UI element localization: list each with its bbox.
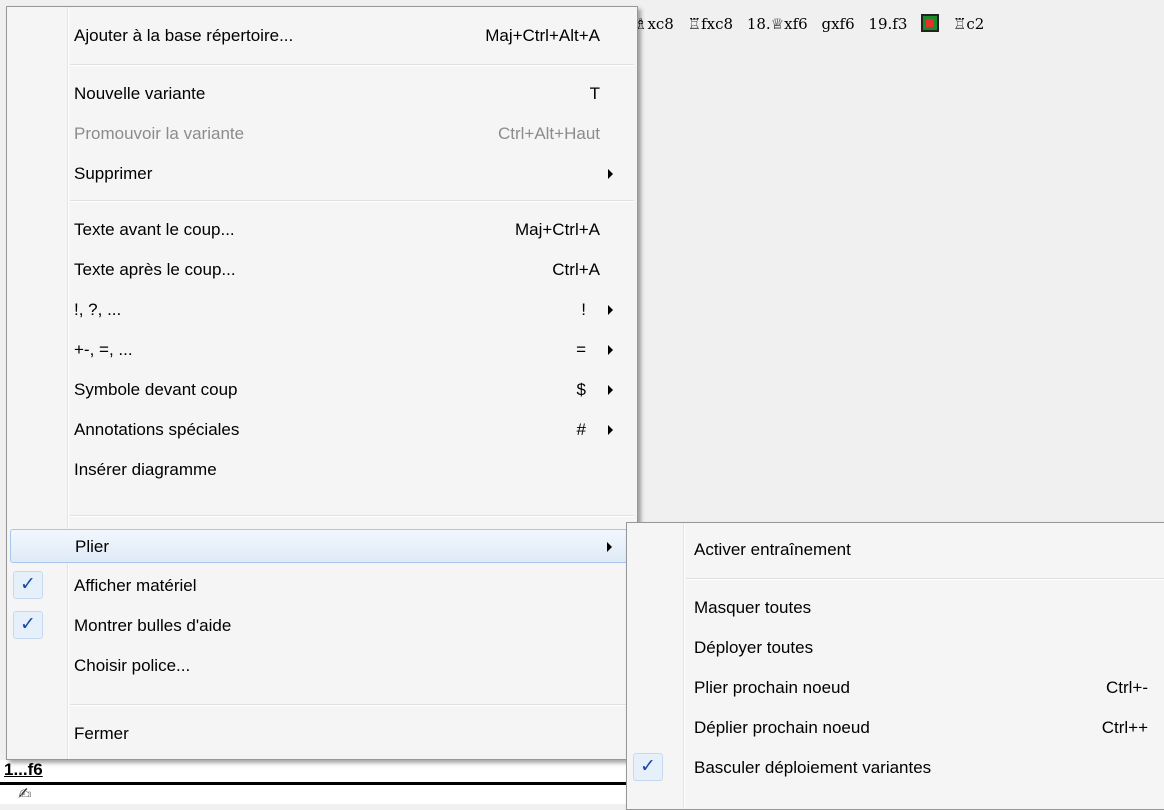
- game-notation-line: ♗xc8 ♖fxc8 18.♕xf6 gxf6 19.f3 ♖c2: [634, 14, 993, 33]
- menu-item-label: Basculer déploiement variantes: [694, 758, 932, 777]
- menu-item-label: Texte avant le coup...: [74, 220, 235, 239]
- check-icon: ✓: [13, 611, 43, 639]
- menu-item-choisir-police[interactable]: Choisir police...: [10, 649, 634, 683]
- notation-move[interactable]: 18.♕xf6: [747, 15, 808, 33]
- menu-item-label: Déplier prochain noeud: [694, 718, 870, 737]
- menu-item-label: Annotations spéciales: [74, 420, 240, 439]
- menu-item-label: Insérer diagramme: [74, 460, 217, 479]
- menu-item-symbole-devant-coup[interactable]: Symbole devant coup $: [10, 373, 634, 407]
- context-menu: Ajouter à la base répertoire... Maj+Ctrl+…: [6, 6, 638, 760]
- menu-item-basculer-deploiement-variantes[interactable]: ✓ Basculer déploiement variantes: [630, 751, 1164, 785]
- submenu-arrow-icon: [608, 305, 613, 315]
- divider: [0, 782, 640, 785]
- current-move-label[interactable]: 1...f6: [4, 760, 43, 780]
- menu-item-label: Montrer bulles d'aide: [74, 616, 232, 635]
- menu-item-label: Promouvoir la variante: [74, 124, 245, 143]
- menu-item-shortcut: !: [581, 300, 586, 319]
- menu-item-shortcut: Maj+Ctrl+A: [514, 220, 600, 239]
- hand-cursor-icon: ✍: [18, 786, 32, 803]
- menu-separator: [70, 704, 634, 705]
- notation-move[interactable]: gxf6: [821, 15, 854, 33]
- menu-item-shortcut: =: [576, 340, 586, 359]
- menu-item-label: Plier prochain noeud: [694, 678, 850, 697]
- menu-item-ajouter-a-la-base-repertoire[interactable]: Ajouter à la base répertoire... Maj+Ctrl+…: [10, 19, 634, 53]
- notation-move[interactable]: ♖c2: [953, 15, 984, 33]
- menu-item-shortcut: Ctrl+A: [552, 260, 600, 279]
- menu-item-shortcut: $: [576, 380, 586, 399]
- menu-item-shortcut: Ctrl+-: [1105, 678, 1148, 697]
- menu-item-annotations-speciales[interactable]: Annotations spéciales #: [10, 413, 634, 447]
- menu-item-shortcut: Ctrl++: [1101, 718, 1148, 737]
- menu-item-supprimer[interactable]: Supprimer: [10, 157, 634, 191]
- menu-item-label: !, ?, ...: [74, 300, 122, 319]
- menu-item-item[interactable]: +-, =, ... =: [10, 333, 634, 367]
- menu-item-nouvelle-variante[interactable]: Nouvelle variante T: [10, 77, 634, 111]
- notation-move[interactable]: ♖fxc8: [688, 15, 733, 33]
- plier-submenu: Activer entraînement Masquer toutes Déploy…: [626, 522, 1164, 810]
- submenu-arrow-icon: [607, 542, 612, 552]
- submenu-arrow-icon: [608, 385, 613, 395]
- menu-item-label: Fermer: [74, 724, 129, 743]
- menu-item-deplier-prochain-noeud[interactable]: Déplier prochain noeud Ctrl++: [630, 711, 1164, 745]
- menu-item-plier[interactable]: Plier: [10, 529, 634, 563]
- menu-item-label: Ajouter à la base répertoire...: [74, 26, 294, 45]
- menu-item-item[interactable]: !, ?, ...!: [10, 293, 634, 327]
- check-icon: ✓: [633, 753, 663, 781]
- menu-item-fermer[interactable]: Fermer: [10, 717, 634, 751]
- menu-item-label: Plier: [75, 537, 110, 556]
- diagram-icon[interactable]: [921, 14, 940, 32]
- menu-item-label: Afficher matériel: [74, 576, 197, 595]
- menu-item-promouvoir-la-variante: Promouvoir la variante Ctrl+Alt+Haut: [10, 117, 634, 151]
- submenu-arrow-icon: [608, 425, 613, 435]
- menu-item-shortcut: Maj+Ctrl+Alt+A: [485, 26, 600, 45]
- menu-item-label: Choisir police...: [74, 656, 191, 675]
- menu-separator: [686, 578, 1164, 579]
- menu-item-plier-prochain-noeud[interactable]: Plier prochain noeud Ctrl+-: [630, 671, 1164, 705]
- menu-item-shortcut: Ctrl+Alt+Haut: [497, 124, 600, 143]
- submenu-arrow-icon: [608, 345, 613, 355]
- notation-move[interactable]: ♗xc8: [634, 15, 674, 33]
- menu-item-texte-apres-le-coup[interactable]: Texte après le coup... Ctrl+A: [10, 253, 634, 287]
- menu-item-shortcut: T: [589, 84, 600, 103]
- menu-item-inserer-diagramme[interactable]: Insérer diagramme: [10, 453, 634, 487]
- menu-item-label: Texte après le coup...: [74, 260, 236, 279]
- menu-item-texte-avant-le-coup[interactable]: Texte avant le coup... Maj+Ctrl+A: [10, 213, 634, 247]
- menu-separator: [70, 64, 634, 65]
- menu-separator: [70, 200, 634, 201]
- menu-item-label: Supprimer: [74, 164, 153, 183]
- notation-move[interactable]: 19.f3: [868, 15, 907, 33]
- menu-item-label: Déployer toutes: [694, 638, 814, 657]
- menu-item-deployer-toutes[interactable]: Déployer toutes: [630, 631, 1164, 665]
- menu-item-label: +-, =, ...: [74, 340, 133, 359]
- check-icon: ✓: [13, 571, 43, 599]
- menu-item-label: Nouvelle variante: [74, 84, 206, 103]
- menu-separator: [70, 515, 634, 516]
- menu-item-montrer-bulles-d-aide[interactable]: ✓ Montrer bulles d'aide: [10, 609, 634, 643]
- menu-item-masquer-toutes[interactable]: Masquer toutes: [630, 591, 1164, 625]
- menu-item-activer-entrainement[interactable]: Activer entraînement: [630, 533, 1164, 567]
- menu-item-label: Activer entraînement: [694, 540, 851, 559]
- menu-item-label: Masquer toutes: [694, 598, 812, 617]
- submenu-arrow-icon: [608, 169, 613, 179]
- menu-item-afficher-materiel[interactable]: ✓ Afficher matériel: [10, 569, 634, 603]
- menu-item-shortcut: #: [576, 420, 586, 439]
- menu-item-label: Symbole devant coup: [74, 380, 238, 399]
